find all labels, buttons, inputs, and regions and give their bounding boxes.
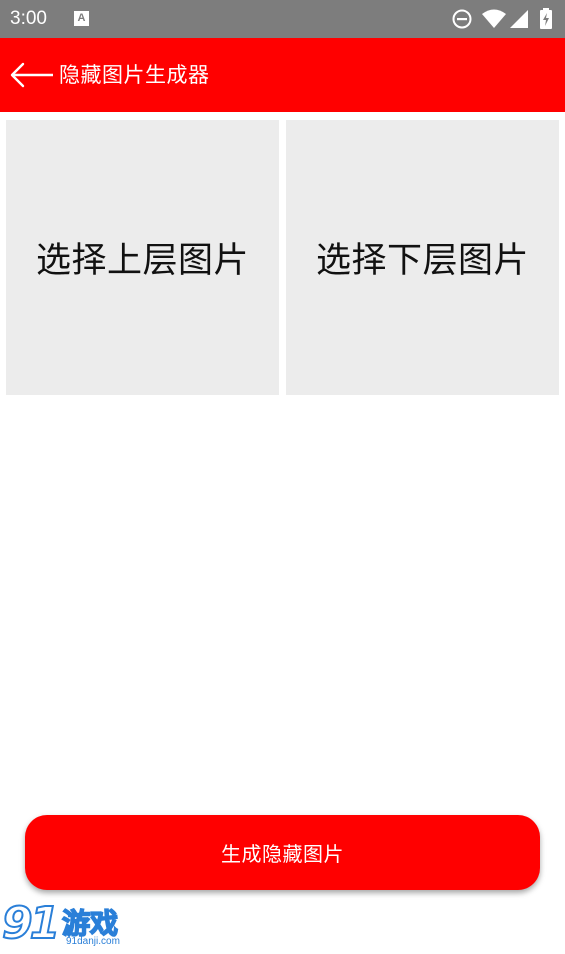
status-time: 3:00 (10, 8, 47, 29)
status-bar: 3:00 A (0, 0, 565, 38)
wifi-icon (482, 9, 506, 28)
page-title: 隐藏图片生成器 (59, 63, 210, 87)
battery-charging-icon (540, 8, 552, 29)
select-lower-image-button[interactable]: 选择下层图片 (286, 120, 559, 395)
watermark-url: 91danji.com (66, 936, 120, 947)
generate-hidden-image-button[interactable]: 生成隐藏图片 (25, 815, 540, 890)
notification-a-icon: A (74, 11, 89, 26)
select-lower-image-label: 选择下层图片 (315, 241, 529, 281)
watermark-number: 91 (1, 897, 61, 950)
select-upper-image-button[interactable]: 选择上层图片 (6, 120, 279, 395)
generate-button-label: 生成隐藏图片 (221, 842, 344, 866)
app-bar: 隐藏图片生成器 (0, 38, 565, 112)
watermark-logo: 91 游戏 91danji.com (0, 897, 140, 954)
back-arrow-icon[interactable] (10, 62, 54, 88)
signal-icon (510, 10, 528, 28)
select-upper-image-label: 选择上层图片 (35, 241, 249, 281)
do-not-disturb-icon (452, 9, 472, 29)
